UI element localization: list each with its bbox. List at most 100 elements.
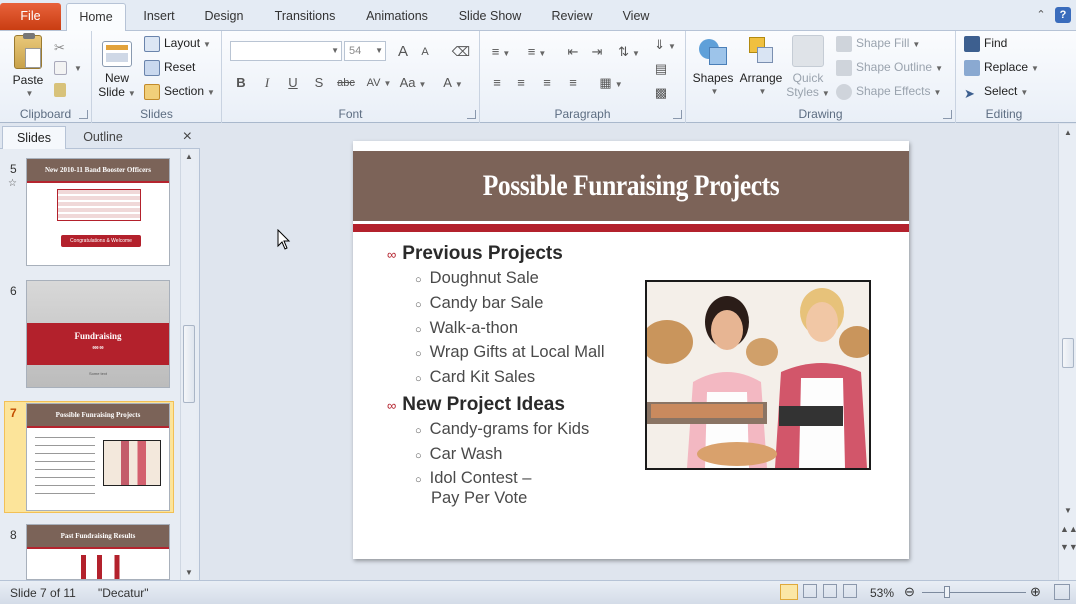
shape-effects-button[interactable]: Shape Effects ▼ [836, 81, 941, 101]
tab-slideshow[interactable]: Slide Show [452, 3, 528, 31]
previous-slide-icon[interactable]: ▲▲ [1060, 524, 1076, 534]
align-left-button[interactable]: ≡ [486, 73, 508, 93]
grow-font-button[interactable]: A [392, 42, 414, 62]
bold-button[interactable]: B [230, 73, 252, 93]
strikethrough-button[interactable]: abc [332, 73, 360, 93]
scroll-up-icon[interactable]: ▲ [1060, 128, 1076, 137]
shapes-dropdown-icon[interactable]: ▼ [693, 85, 736, 99]
theme-name[interactable]: "Decatur" [98, 586, 149, 600]
slide-thumbnail-8[interactable]: Past Fundraising Results [26, 524, 170, 580]
slide-title[interactable]: Possible Funraising Projects [395, 151, 868, 221]
shape-fill-button[interactable]: Shape Fill ▼ [836, 33, 920, 53]
columns-button[interactable]: ▦ ▼ [596, 73, 626, 93]
quick-styles-button[interactable]: Quick Styles ▼ [786, 35, 830, 101]
find-button[interactable]: Find [964, 33, 1007, 53]
smartart-button[interactable]: ▩ [650, 83, 672, 103]
tab-view[interactable]: View [612, 3, 660, 31]
align-center-button[interactable]: ≡ [510, 73, 532, 93]
character-spacing-button[interactable]: AV ▼ [364, 73, 394, 93]
slide-thumbnail-7[interactable]: Possible Funraising Projects [26, 403, 170, 511]
bullet-item[interactable]: ○ Candy bar Sale [415, 294, 543, 313]
help-icon[interactable]: ? [1055, 7, 1071, 23]
layout-button[interactable]: Layout ▼ [144, 33, 211, 53]
italic-button[interactable]: I [256, 73, 278, 93]
tab-transitions[interactable]: Transitions [266, 3, 344, 31]
section-button[interactable]: Section ▼ [144, 81, 215, 101]
text-direction-button[interactable]: ⇓ ▼ [650, 35, 680, 55]
shape-outline-button[interactable]: Shape Outline ▼ [836, 57, 943, 77]
bullet-item[interactable]: ○ Car Wash [415, 445, 502, 464]
increase-indent-button[interactable]: ⇥ [586, 42, 608, 62]
zoom-slider[interactable] [922, 592, 1026, 593]
reset-button[interactable]: Reset [144, 57, 195, 77]
drawing-launcher-icon[interactable] [943, 110, 952, 119]
replace-button[interactable]: Replace ▼ [964, 57, 1039, 77]
bullet-heading-previous[interactable]: ∞ Previous Projects [387, 243, 563, 265]
paste-dropdown-icon[interactable]: ▼ [9, 87, 50, 101]
format-painter-button[interactable] [54, 79, 70, 99]
slides-panel-scroll-thumb[interactable] [183, 325, 195, 403]
zoom-slider-thumb[interactable] [944, 586, 950, 598]
clipboard-launcher-icon[interactable] [79, 110, 88, 119]
arrange-button[interactable]: Arrange ▼ [736, 35, 786, 99]
zoom-out-icon[interactable]: ⊖ [904, 584, 915, 600]
font-size-combo[interactable]: 54 ▼ [344, 41, 386, 61]
numbering-button[interactable]: ≡ ▼ [522, 42, 552, 62]
slide-show-view-icon[interactable] [843, 584, 857, 598]
font-color-button[interactable]: A ▼ [438, 73, 468, 93]
bullet-item[interactable]: ○ Idol Contest – [415, 469, 531, 488]
font-name-combo[interactable]: ▼ [230, 41, 342, 61]
change-case-button[interactable]: Aa ▼ [398, 73, 428, 93]
scroll-up-icon[interactable]: ▲ [181, 152, 197, 161]
justify-button[interactable]: ≡ [562, 73, 584, 93]
slide-thumbnail-5[interactable]: New 2010-11 Band Booster Officers Congra… [26, 158, 170, 266]
tab-insert[interactable]: Insert [134, 3, 184, 31]
bullet-item[interactable]: ○ Doughnut Sale [415, 269, 539, 288]
copy-button[interactable]: ▼ [54, 57, 82, 77]
zoom-in-icon[interactable]: ⊕ [1030, 584, 1041, 600]
align-text-button[interactable]: ▤ [650, 59, 672, 79]
reading-view-icon[interactable] [823, 584, 837, 598]
bakers-photo[interactable] [645, 280, 871, 470]
ribbon-collapse-icon[interactable] [1058, 33, 1074, 121]
slide-thumbnail-6[interactable]: Fundraising 000 00 Some text [26, 280, 170, 388]
slides-panel-scrollbar[interactable]: ▲ ▼ [180, 149, 196, 580]
line-spacing-button[interactable]: ⇅ ▼ [614, 42, 644, 62]
bullet-item[interactable]: ○ Candy-grams for Kids [415, 420, 589, 439]
paragraph-launcher-icon[interactable] [673, 110, 682, 119]
new-slide-button[interactable]: New Slide ▼ [96, 35, 138, 101]
bullet-item[interactable]: ○ Card Kit Sales [415, 368, 535, 387]
tab-home[interactable]: Home [66, 3, 126, 32]
underline-button[interactable]: U [282, 73, 304, 93]
bullet-heading-new[interactable]: ∞ New Project Ideas [387, 394, 565, 416]
tab-review[interactable]: Review [544, 3, 600, 31]
align-right-button[interactable]: ≡ [536, 73, 558, 93]
slide-7[interactable]: Possible Funraising Projects ∞ Previous P… [353, 141, 909, 559]
scroll-down-icon[interactable]: ▼ [181, 568, 197, 577]
select-button[interactable]: ➤ Select ▼ [964, 81, 1028, 101]
bullet-item-continuation[interactable]: Pay Per Vote [431, 489, 527, 508]
shrink-font-button[interactable]: A [414, 42, 436, 62]
slide-sorter-view-icon[interactable] [803, 584, 817, 598]
fit-to-window-icon[interactable] [1054, 584, 1070, 600]
slide-scrollbar[interactable]: ▲ ▼ ▲▲ ▼▼ [1058, 124, 1076, 580]
tab-animations[interactable]: Animations [358, 3, 436, 31]
bullets-button[interactable]: ≡ ▼ [486, 42, 516, 62]
minimize-ribbon-icon[interactable]: ⌃ [1033, 7, 1049, 23]
slide-scroll-thumb[interactable] [1062, 338, 1074, 368]
decrease-indent-button[interactable]: ⇤ [562, 42, 584, 62]
zoom-level[interactable]: 53% [870, 586, 894, 600]
paste-button[interactable]: Paste ▼ [6, 33, 50, 101]
scroll-down-icon[interactable]: ▼ [1060, 506, 1076, 515]
font-name-dropdown-icon[interactable]: ▼ [331, 42, 339, 60]
close-panel-icon[interactable]: × [183, 128, 192, 146]
cut-button[interactable]: ✂ [54, 35, 74, 55]
clear-formatting-button[interactable]: ⌫ [450, 42, 472, 62]
next-slide-icon[interactable]: ▼▼ [1060, 542, 1076, 552]
tab-outline-panel[interactable]: Outline [68, 126, 138, 149]
bullet-item[interactable]: ○ Walk-a-thon [415, 319, 518, 338]
font-launcher-icon[interactable] [467, 110, 476, 119]
tab-design[interactable]: Design [196, 3, 252, 31]
tab-file[interactable]: File [0, 3, 61, 30]
tab-slides-panel[interactable]: Slides [2, 126, 66, 149]
